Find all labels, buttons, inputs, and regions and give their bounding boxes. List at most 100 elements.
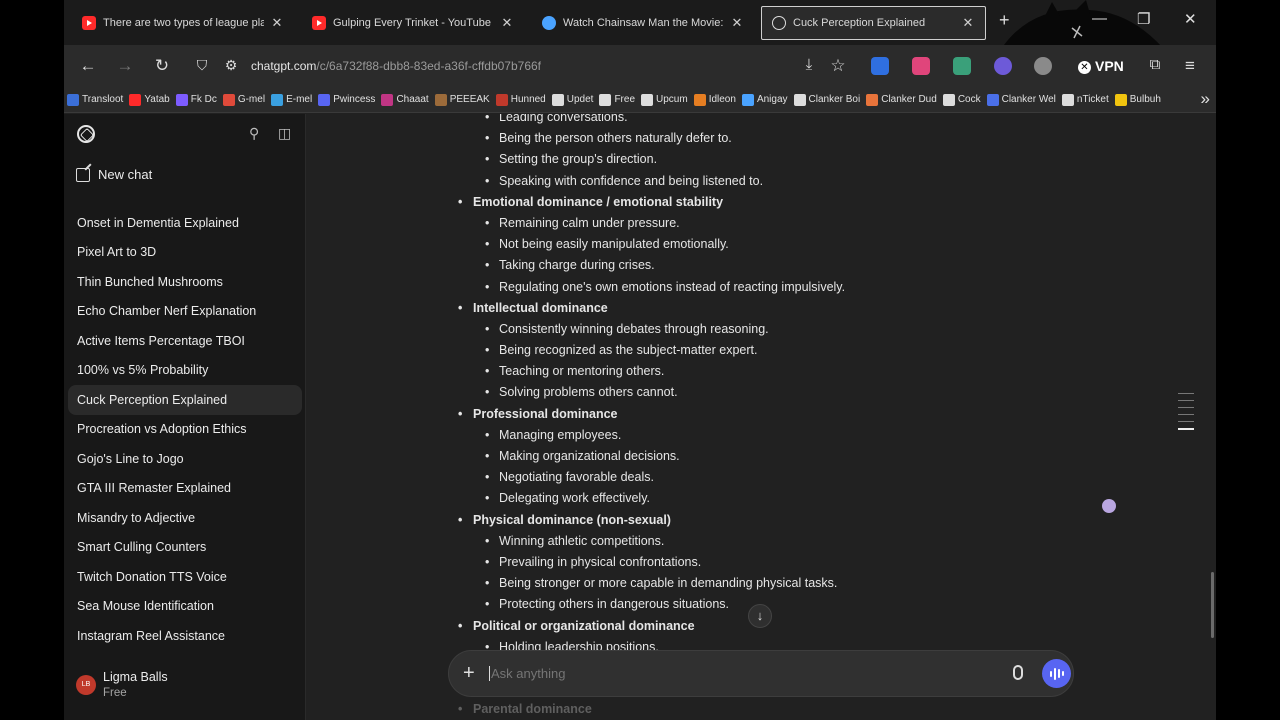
forward-icon[interactable]: → — [114, 56, 136, 76]
bookmark-item[interactable]: PEEEAK — [434, 93, 490, 106]
bookmark-favicon-icon — [129, 93, 142, 106]
site-settings-icon[interactable]: ⚙ — [220, 57, 242, 74]
bookmark-item[interactable]: Fk Dc — [175, 93, 217, 106]
bookmark-favicon-icon — [942, 93, 955, 106]
menu-icon[interactable]: ≡ — [1179, 56, 1201, 76]
bookmark-item[interactable]: Updet — [551, 93, 593, 106]
close-icon[interactable]: ✕ — [961, 15, 975, 31]
conversation-area: Leading conversations.Being the person o… — [307, 114, 1216, 720]
shield-icon[interactable]: ⛉ — [191, 57, 213, 74]
section-heading-faded: Parental dominance — [458, 702, 592, 716]
bookmark-item[interactable]: Clanker Dud — [866, 93, 937, 106]
add-attachment-icon[interactable]: + — [463, 662, 475, 685]
sidebar-chat-item[interactable]: Pixel Art to 3D — [68, 238, 302, 268]
bookmark-item[interactable]: Anigay — [741, 93, 788, 106]
install-icon[interactable]: ⤓ — [798, 56, 820, 73]
bookmark-item[interactable]: E-mel — [271, 93, 313, 106]
sidebar-chat-item[interactable]: Thin Bunched Mushrooms — [68, 267, 302, 297]
bookmark-item[interactable]: Cock — [942, 93, 981, 106]
close-icon[interactable]: ✕ — [270, 15, 284, 31]
sidebar-chat-item[interactable]: Echo Chamber Nerf Explanation — [68, 297, 302, 327]
search-icon[interactable]: ⚲ — [249, 125, 259, 142]
voice-mode-button[interactable] — [1042, 659, 1071, 688]
bookmark-item[interactable]: Yatab — [129, 93, 170, 106]
sidebar-chat-item[interactable]: Twitch Donation TTS Voice — [68, 562, 302, 592]
edit-icon — [76, 167, 90, 182]
bookmark-star-icon[interactable]: ☆ — [827, 56, 849, 76]
microphone-extension-icon[interactable] — [912, 57, 930, 75]
tab-4-active[interactable]: Cuck Perception Explained ✕ — [761, 6, 986, 40]
section-heading: Professional dominance — [458, 404, 1033, 425]
bookmark-label: Hunned — [510, 94, 546, 105]
bookmark-label: Chaaat — [396, 94, 429, 105]
bookmark-item[interactable]: Clanker Boi — [793, 93, 860, 106]
bookmark-item[interactable]: Hunned — [495, 93, 546, 106]
vpn-button[interactable]: ✕ VPN — [1078, 58, 1124, 74]
tab-2[interactable]: Gulping Every Trinket - YouTube ✕ — [302, 6, 524, 40]
scroll-to-bottom-button[interactable]: ↓ — [748, 604, 772, 628]
new-chat-button[interactable]: New chat — [76, 167, 152, 182]
bookmark-label: Cock — [957, 94, 981, 105]
prompt-input[interactable] — [489, 666, 969, 681]
bookmark-label: Anigay — [756, 94, 788, 105]
bookmark-item[interactable]: Idleon — [693, 93, 736, 106]
tab-3[interactable]: Watch Chainsaw Man the Movie: Reze ✕ — [532, 6, 754, 40]
sidebar-chat-item[interactable]: Smart Culling Counters — [68, 533, 302, 563]
bookmark-item[interactable]: Pwincess — [318, 93, 376, 106]
bookmark-favicon-icon — [67, 93, 79, 106]
bookmark-item[interactable]: nTicket — [1061, 93, 1109, 106]
sidebar-chat-item[interactable]: Onset in Dementia Explained — [68, 208, 302, 238]
microphone-icon[interactable] — [1013, 665, 1023, 680]
bookmark-item[interactable]: Clanker Wel — [986, 93, 1056, 106]
bookmark-item[interactable]: Free — [599, 93, 635, 106]
bookmark-label: Transloot — [82, 94, 124, 105]
tab-strip: There are two types of league players ✕ … — [64, 0, 1216, 60]
bookmark-label: Pwincess — [333, 94, 376, 105]
bookmark-item[interactable]: Bulbuh — [1114, 93, 1161, 106]
restore-icon[interactable]: ❐ — [1137, 10, 1150, 28]
bookmark-item[interactable]: Transloot — [67, 93, 124, 106]
sidebar-chat-item[interactable]: GTA III Remaster Explained — [68, 474, 302, 504]
reload-icon[interactable]: ↻ — [151, 56, 173, 76]
sidebar-chat-item[interactable]: Instagram Reel Assistance — [68, 621, 302, 651]
toggle-sidebar-icon[interactable]: ◫ — [278, 125, 291, 142]
sidebar-chat-item[interactable]: Misandry to Adjective — [68, 503, 302, 533]
bookmark-label: E-mel — [286, 94, 313, 105]
list-item: Making organizational decisions. — [473, 446, 1033, 467]
music-extension-icon[interactable] — [953, 57, 971, 75]
sidebar-chat-item[interactable]: Cuck Perception Explained — [68, 385, 302, 415]
close-icon[interactable]: ✕ — [500, 15, 514, 31]
site-icon — [542, 16, 556, 30]
list-item: Setting the group's direction. — [473, 149, 1033, 170]
extension-icon[interactable] — [1034, 57, 1052, 75]
address-bar[interactable]: chatgpt.com/c/6a732f88-dbb8-83ed-a36f-cf… — [251, 59, 541, 73]
bookmark-item[interactable]: G-mel — [222, 93, 265, 106]
user-profile[interactable]: LB Ligma Balls Free — [76, 670, 168, 699]
bookmark-favicon-icon — [222, 93, 235, 106]
extension-icon[interactable] — [871, 57, 889, 75]
bookmark-favicon-icon — [641, 93, 653, 106]
tab-title: Gulping Every Trinket - YouTube — [333, 17, 491, 29]
sidebar-chat-item[interactable]: Sea Mouse Identification — [68, 592, 302, 622]
close-icon[interactable]: ✕ — [730, 15, 744, 31]
avatar: LB — [76, 674, 96, 695]
sidebar-chat-item[interactable]: Gojo's Line to Jogo — [68, 444, 302, 474]
extensions-puzzle-icon[interactable]: ⧉ — [1144, 56, 1166, 73]
bookmark-item[interactable]: Upcum — [641, 93, 688, 106]
bookmark-item[interactable]: Chaaat — [381, 93, 429, 106]
bookmark-favicon-icon — [741, 93, 754, 106]
scrollbar[interactable] — [1211, 572, 1214, 638]
extension-icon[interactable] — [994, 57, 1012, 75]
openai-logo-icon[interactable] — [77, 125, 95, 143]
bookmark-label: Clanker Wel — [1001, 94, 1056, 105]
minimize-icon[interactable]: — — [1092, 10, 1107, 27]
sidebar-chat-item[interactable]: Procreation vs Adoption Ethics — [68, 415, 302, 445]
list-item: Taking charge during crises. — [473, 255, 1033, 276]
window-close-icon[interactable]: ✕ — [1184, 10, 1197, 28]
tab-1[interactable]: There are two types of league players ✕ — [72, 6, 294, 40]
bookmarks-overflow-icon[interactable]: » — [1201, 89, 1210, 109]
message-outline-markers[interactable] — [1178, 393, 1194, 436]
back-icon[interactable]: ← — [77, 56, 99, 76]
sidebar-chat-item[interactable]: Active Items Percentage TBOI — [68, 326, 302, 356]
sidebar-chat-item[interactable]: 100% vs 5% Probability — [68, 356, 302, 386]
